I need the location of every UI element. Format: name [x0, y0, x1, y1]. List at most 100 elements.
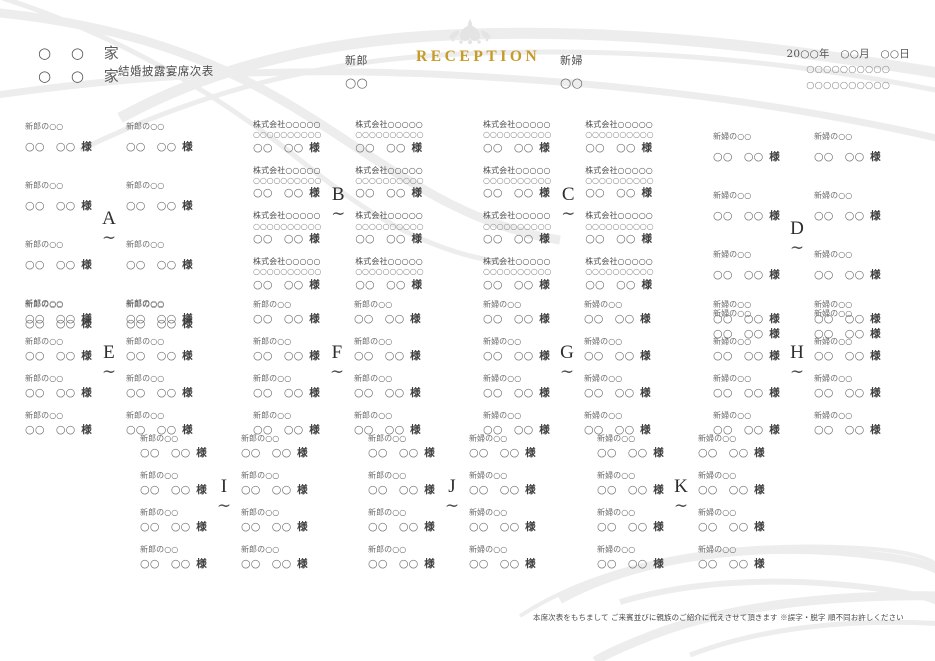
guest-entry[interactable]: 株式会社○○○○○ ○○○○○○○○○○ ○○ ○○ 様 [355, 211, 423, 247]
guest-entry[interactable]: 株式会社○○○○○ ○○○○○○○○○○ ○○ ○○ 様 [585, 166, 653, 202]
guest-entry[interactable]: 株式会社○○○○○ ○○○○○○○○○○ ○○ ○○ 様 [585, 211, 653, 247]
guest-entry[interactable]: 新婦の○○ ○○ ○○ 様 [698, 508, 765, 535]
guest-entry[interactable]: 新郎の○○ ○○ ○○ 様 [126, 181, 193, 214]
guest-entry[interactable]: 新婦の○○ ○○ ○○ 様 [698, 545, 765, 572]
guest-entry[interactable]: 新婦の○○ ○○ ○○ 様 [698, 471, 765, 498]
guest-entry[interactable]: 新郎の○○ ○○ ○○ 様 [140, 545, 207, 572]
guest-entry[interactable]: 株式会社○○○○○ ○○○○○○○○○○ ○○ ○○ 様 [253, 211, 321, 247]
guest-entry[interactable]: 新郎の○○ ○○ ○○ 様 [253, 300, 320, 327]
guest-entry[interactable]: 新婦の○○ ○○ ○○ 様 [469, 471, 536, 498]
guest-entry[interactable]: 新婦の○○ ○○ ○○ 様 [483, 300, 550, 327]
guest-company: 株式会社○○○○○ [253, 256, 321, 266]
guest-entry[interactable]: 新郎の○○ ○○ ○○ 様 [354, 300, 421, 327]
guest-entry[interactable]: 新婦の○○ ○○ ○○ 様 [469, 545, 536, 572]
guest-entry[interactable]: 新郎の○○ ○○ ○○ 様 [25, 411, 92, 438]
guest-entry[interactable]: 新婦の○○ ○○ ○○ 様 [584, 337, 651, 364]
table-swash-icon: ∼ [329, 361, 345, 382]
guest-entry[interactable]: 新婦の○○ ○○ ○○ 様 [698, 434, 765, 461]
seat-column: 株式会社○○○○○ ○○○○○○○○○○ ○○ ○○ 様株式会社○○○○○ ○○○○○… [585, 120, 653, 303]
guest-name-text: ○○ ○○ [368, 519, 425, 533]
guest-entry[interactable]: 新郎の○○ ○○ ○○ 様 [253, 337, 320, 364]
guest-entry[interactable]: 新郎の○○ ○○ ○○ 様 [354, 337, 421, 364]
guest-relation: 新婦の○○ [468, 470, 508, 480]
guest-entry[interactable]: 新婦の○○ ○○ ○○ 様 [597, 434, 664, 461]
guest-entry[interactable]: 新郎の○○ ○○ ○○ 様 [25, 181, 92, 214]
guest-entry[interactable]: 新郎の○○ ○○ ○○ 様 [126, 240, 193, 273]
guest-entry[interactable]: 新婦の○○ ○○ ○○ 様 [814, 132, 881, 165]
guest-entry[interactable]: 新郎の○○ ○○ ○○ 様 [25, 122, 92, 155]
seating-table-c[interactable]: 株式会社○○○○○ ○○○○○○○○○○ ○○ ○○ 様株式会社○○○○○ ○○○○○… [483, 120, 654, 303]
guest-entry[interactable]: 新婦の○○ ○○ ○○ 様 [814, 300, 881, 327]
guest-entry[interactable]: 新郎の○○ ○○ ○○ 様 [140, 471, 207, 498]
guest-entry[interactable]: 株式会社○○○○○ ○○○○○○○○○○ ○○ ○○ 様 [483, 166, 551, 202]
guest-relation: 新婦の○○ [713, 249, 752, 259]
seating-table-k[interactable]: 新婦の○○ ○○ ○○ 様新婦の○○ ○○ ○○ 様新婦の○○ ○○ ○○ 様新婦の○… [597, 434, 765, 581]
guest-entry[interactable]: 株式会社○○○○○ ○○○○○○○○○○ ○○ ○○ 様 [355, 166, 423, 202]
guest-relation: 新婦の○○ [813, 373, 853, 383]
guest-honorific: 様 [641, 233, 653, 246]
guest-name-text: ○○ ○○ [713, 150, 770, 163]
guest-entry[interactable]: 株式会社○○○○○ ○○○○○○○○○○ ○○ ○○ 様 [253, 257, 321, 293]
guest-entry[interactable]: 株式会社○○○○○ ○○○○○○○○○○ ○○ ○○ 様 [585, 257, 653, 293]
guest-entry[interactable]: 株式会社○○○○○ ○○○○○○○○○○ ○○ ○○ 様 [253, 120, 321, 156]
guest-entry[interactable]: 新婦の○○ ○○ ○○ 様 [469, 434, 536, 461]
guest-entry[interactable]: 新婦の○○ ○○ ○○ 様 [814, 411, 881, 438]
guest-entry[interactable]: 新郎の○○ ○○ ○○ 様 [126, 300, 193, 327]
guest-entry[interactable]: 新婦の○○ ○○ ○○ 様 [814, 374, 881, 401]
guest-entry[interactable]: 新郎の○○ ○○ ○○ 様 [25, 300, 92, 327]
seating-table-g[interactable]: 新婦の○○ ○○ ○○ 様新婦の○○ ○○ ○○ 様新婦の○○ ○○ ○○ 様新婦の○… [483, 300, 651, 447]
guest-entry[interactable]: 新郎の○○ ○○ ○○ 様 [241, 471, 308, 498]
guest-name: ○○ ○○ 様 [814, 312, 881, 327]
guest-entry[interactable]: 新婦の○○ ○○ ○○ 様 [597, 471, 664, 498]
guest-entry[interactable]: 株式会社○○○○○ ○○○○○○○○○○ ○○ ○○ 様 [483, 257, 551, 293]
guest-entry[interactable]: 新婦の○○ ○○ ○○ 様 [713, 250, 780, 283]
guest-entry[interactable]: 新郎の○○ ○○ ○○ 様 [25, 337, 92, 364]
guest-entry[interactable]: 新婦の○○ ○○ ○○ 様 [713, 337, 780, 364]
guest-entry[interactable]: 株式会社○○○○○ ○○○○○○○○○○ ○○ ○○ 様 [483, 211, 551, 247]
guest-entry[interactable]: 新婦の○○ ○○ ○○ 様 [814, 191, 881, 224]
seating-table-h[interactable]: 新婦の○○ ○○ ○○ 様新婦の○○ ○○ ○○ 様新婦の○○ ○○ ○○ 様新婦の○… [713, 300, 881, 447]
guest-entry[interactable]: 株式会社○○○○○ ○○○○○○○○○○ ○○ ○○ 様 [355, 120, 423, 156]
guest-entry[interactable]: 新郎の○○ ○○ ○○ 様 [126, 337, 193, 364]
guest-entry[interactable]: 新婦の○○ ○○ ○○ 様 [713, 300, 780, 327]
guest-entry[interactable]: 新郎の○○ ○○ ○○ 様 [126, 374, 193, 401]
guest-entry[interactable]: 新婦の○○ ○○ ○○ 様 [483, 337, 550, 364]
guest-entry[interactable]: 新郎の○○ ○○ ○○ 様 [354, 374, 421, 401]
guest-entry[interactable]: 新婦の○○ ○○ ○○ 様 [483, 374, 550, 401]
guest-entry[interactable]: 新郎の○○ ○○ ○○ 様 [241, 434, 308, 461]
guest-entry[interactable]: 新郎の○○ ○○ ○○ 様 [241, 545, 308, 572]
guest-entry[interactable]: 新婦の○○ ○○ ○○ 様 [814, 337, 881, 364]
guest-entry[interactable]: 新郎の○○ ○○ ○○ 様 [25, 240, 92, 273]
guest-entry[interactable]: 新郎の○○ ○○ ○○ 様 [253, 374, 320, 401]
seating-table-j[interactable]: 新郎の○○ ○○ ○○ 様新郎の○○ ○○ ○○ 様新郎の○○ ○○ ○○ 様新郎の○… [368, 434, 536, 581]
guest-entry[interactable]: 新郎の○○ ○○ ○○ 様 [368, 434, 435, 461]
guest-entry[interactable]: 株式会社○○○○○ ○○○○○○○○○○ ○○ ○○ 様 [483, 120, 551, 156]
guest-entry[interactable]: 株式会社○○○○○ ○○○○○○○○○○ ○○ ○○ 様 [355, 257, 423, 293]
guest-name-text: ○○ ○○ [483, 186, 540, 200]
guest-entry[interactable]: 株式会社○○○○○ ○○○○○○○○○○ ○○ ○○ 様 [585, 120, 653, 156]
guest-entry[interactable]: 新郎の○○ ○○ ○○ 様 [25, 374, 92, 401]
guest-entry[interactable]: 株式会社○○○○○ ○○○○○○○○○○ ○○ ○○ 様 [253, 166, 321, 202]
guest-entry[interactable]: 新郎の○○ ○○ ○○ 様 [140, 434, 207, 461]
guest-name: ○○ ○○ 様 [483, 141, 551, 156]
guest-entry[interactable]: 新婦の○○ ○○ ○○ 様 [713, 374, 780, 401]
guest-entry[interactable]: 新婦の○○ ○○ ○○ 様 [713, 191, 780, 224]
seating-table-i[interactable]: 新郎の○○ ○○ ○○ 様新郎の○○ ○○ ○○ 様新郎の○○ ○○ ○○ 様新郎の○… [140, 434, 308, 581]
guest-entry[interactable]: 新郎の○○ ○○ ○○ 様 [368, 471, 435, 498]
guest-entry[interactable]: 新郎の○○ ○○ ○○ 様 [368, 508, 435, 535]
guest-entry[interactable]: 新婦の○○ ○○ ○○ 様 [713, 132, 780, 165]
guest-entry[interactable]: 新婦の○○ ○○ ○○ 様 [584, 374, 651, 401]
guest-entry[interactable]: 新郎の○○ ○○ ○○ 様 [126, 122, 193, 155]
guest-entry[interactable]: 新婦の○○ ○○ ○○ 様 [597, 508, 664, 535]
guest-entry[interactable]: 新婦の○○ ○○ ○○ 様 [584, 300, 651, 327]
seating-table-b[interactable]: 株式会社○○○○○ ○○○○○○○○○○ ○○ ○○ 様株式会社○○○○○ ○○○○○… [253, 120, 424, 303]
seating-table-e[interactable]: 新郎の○○ ○○ ○○ 様新郎の○○ ○○ ○○ 様新郎の○○ ○○ ○○ 様新郎の○… [25, 300, 193, 447]
guest-entry[interactable]: 新婦の○○ ○○ ○○ 様 [814, 250, 881, 283]
guest-name-text: ○○ ○○ [25, 348, 82, 362]
seating-table-f[interactable]: 新郎の○○ ○○ ○○ 様新郎の○○ ○○ ○○ 様新郎の○○ ○○ ○○ 様新郎の○… [253, 300, 421, 447]
guest-entry[interactable]: 新郎の○○ ○○ ○○ 様 [241, 508, 308, 535]
guest-entry[interactable]: 新婦の○○ ○○ ○○ 様 [597, 545, 664, 572]
guest-entry[interactable]: 新郎の○○ ○○ ○○ 様 [140, 508, 207, 535]
guest-entry[interactable]: 新婦の○○ ○○ ○○ 様 [469, 508, 536, 535]
guest-entry[interactable]: 新郎の○○ ○○ ○○ 様 [368, 545, 435, 572]
